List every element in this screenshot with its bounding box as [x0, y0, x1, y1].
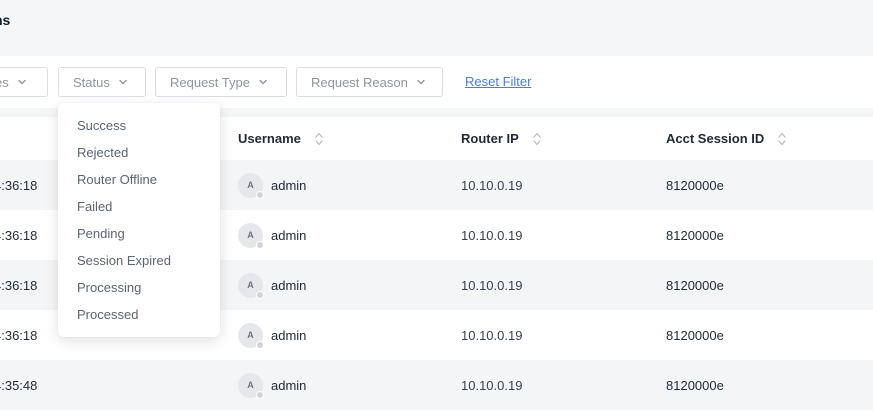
username-text: admin: [271, 377, 307, 393]
avatar: A: [238, 322, 264, 349]
status-option-success[interactable]: Success: [58, 112, 220, 139]
dates-filter-label: es: [0, 74, 9, 90]
request-type-filter-label: Request Type: [170, 74, 250, 90]
status-dot-icon: [256, 390, 264, 399]
avatar-initial: A: [247, 380, 254, 390]
column-header-username[interactable]: Username: [238, 117, 323, 160]
page-title: ns: [0, 12, 11, 28]
page: ns es Status Request Type Request Reason…: [0, 0, 873, 412]
username-cell: A admin: [238, 160, 306, 210]
column-header-acct-session-id-label: Acct Session ID: [666, 131, 765, 146]
request-type-filter[interactable]: Request Type: [155, 67, 287, 97]
time-cell: 4:36:18: [0, 277, 38, 293]
status-dot-icon: [256, 240, 264, 249]
acct-session-id-cell: 8120000e: [666, 227, 724, 243]
router-ip-cell: 10.10.0.19: [461, 377, 523, 393]
acct-session-id-cell: 8120000e: [666, 277, 724, 293]
status-option-router-offline[interactable]: Router Offline: [58, 166, 220, 193]
title-strip: ns: [0, 0, 873, 56]
chevron-down-icon: [417, 79, 425, 85]
router-ip-cell: 10.10.0.19: [461, 327, 523, 343]
status-dot-icon: [256, 340, 264, 349]
time-cell: 4:36:18: [0, 177, 38, 193]
acct-session-id-cell: 8120000e: [666, 327, 724, 343]
reset-filter-link[interactable]: Reset Filter: [465, 74, 531, 89]
status-option-processed[interactable]: Processed: [58, 301, 220, 328]
avatar: A: [238, 372, 264, 399]
status-filter-label: Status: [73, 74, 110, 90]
avatar-initial: A: [247, 280, 254, 290]
request-reason-filter-label: Request Reason: [311, 74, 408, 90]
time-cell: 4:35:48: [0, 377, 38, 393]
router-ip-cell: 10.10.0.19: [461, 277, 523, 293]
acct-session-id-cell: 8120000e: [666, 177, 724, 193]
status-option-pending[interactable]: Pending: [58, 220, 220, 247]
chevron-down-icon: [259, 79, 267, 85]
acct-session-id-cell: 8120000e: [666, 377, 724, 393]
avatar-initial: A: [247, 180, 254, 190]
username-text: admin: [271, 277, 307, 293]
avatar-initial: A: [247, 330, 254, 340]
username-text: admin: [271, 227, 307, 243]
status-option-processing[interactable]: Processing: [58, 274, 220, 301]
status-filter[interactable]: Status: [58, 67, 146, 97]
status-dot-icon: [256, 190, 264, 199]
router-ip-cell: 10.10.0.19: [461, 227, 523, 243]
username-text: admin: [271, 177, 307, 193]
column-header-username-label: Username: [238, 131, 301, 146]
username-cell: A admin: [238, 260, 306, 310]
sort-icon[interactable]: [315, 131, 323, 147]
avatar: A: [238, 272, 264, 299]
avatar: A: [238, 172, 264, 199]
chevron-down-icon: [18, 79, 26, 85]
status-dropdown-menu: Success Rejected Router Offline Failed P…: [58, 103, 220, 337]
status-option-session-expired[interactable]: Session Expired: [58, 247, 220, 274]
filter-bar: es Status Request Type Request Reason Re…: [0, 56, 873, 108]
status-option-failed[interactable]: Failed: [58, 193, 220, 220]
avatar: A: [238, 222, 264, 249]
sort-icon[interactable]: [533, 131, 541, 147]
avatar-initial: A: [247, 230, 254, 240]
router-ip-cell: 10.10.0.19: [461, 177, 523, 193]
username-text: admin: [271, 327, 307, 343]
username-cell: A admin: [238, 310, 306, 360]
dates-filter[interactable]: es: [0, 67, 48, 97]
column-header-router-ip-label: Router IP: [461, 131, 519, 146]
column-header-router-ip[interactable]: Router IP: [461, 117, 541, 160]
username-cell: A admin: [238, 210, 306, 260]
request-reason-filter[interactable]: Request Reason: [296, 67, 443, 97]
username-cell: A admin: [238, 360, 306, 410]
time-cell: 4:36:18: [0, 227, 38, 243]
sort-icon[interactable]: [778, 131, 786, 147]
status-option-rejected[interactable]: Rejected: [58, 139, 220, 166]
time-cell: 4:36:18: [0, 327, 38, 343]
column-header-acct-session-id[interactable]: Acct Session ID: [666, 117, 786, 160]
table-row[interactable]: 4:35:48 A admin 10.10.0.19 8120000e: [0, 360, 873, 410]
chevron-down-icon: [119, 79, 127, 85]
status-dot-icon: [256, 290, 264, 299]
